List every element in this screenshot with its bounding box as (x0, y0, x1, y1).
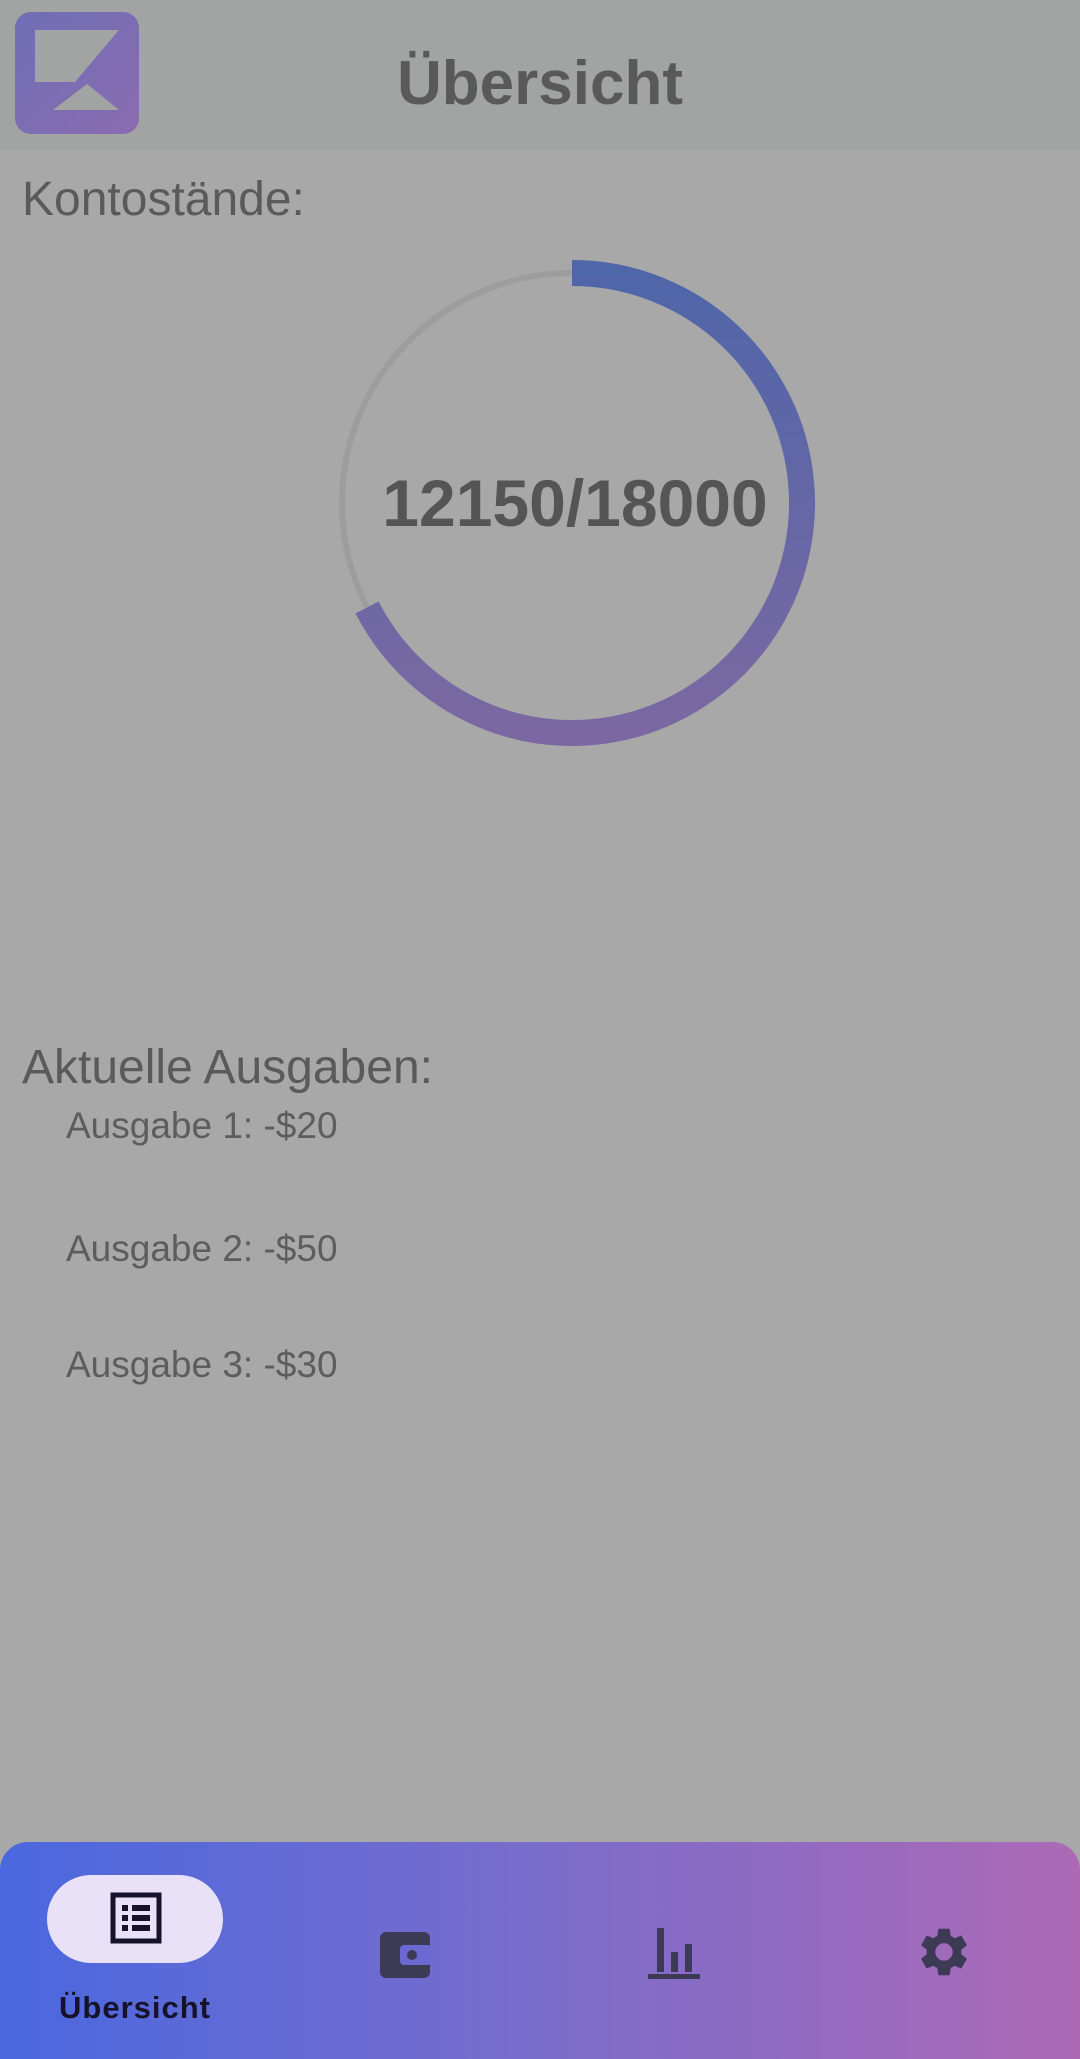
expense-item-3: Ausgabe 3: -$30 (66, 1344, 338, 1385)
wallet-icon (380, 1932, 432, 1978)
nav-item-overview[interactable]: Übersicht (0, 1842, 270, 2059)
balances-label: Kontostände: (22, 173, 305, 226)
balance-value: 12150/18000 (382, 466, 768, 540)
expenses-label: Aktuelle Ausgaben: (22, 1041, 433, 1094)
expense-item-2: Ausgabe 2: -$50 (66, 1228, 338, 1269)
bottom-navigation: Übersicht (0, 1842, 1080, 2059)
bar-chart-icon (648, 1928, 700, 1979)
page-title: Übersicht (397, 49, 683, 118)
expense-item-1: Ausgabe 1: -$20 (66, 1105, 338, 1146)
gear-icon (921, 1928, 967, 1976)
list-icon (110, 1892, 162, 1944)
nav-item-settings[interactable] (810, 1842, 1080, 2059)
nav-item-statistics[interactable] (540, 1842, 810, 2059)
nav-label-overview: Übersicht (59, 1990, 211, 2025)
app-bar: Übersicht (0, 0, 1080, 150)
nav-item-wallet[interactable] (270, 1842, 540, 2059)
